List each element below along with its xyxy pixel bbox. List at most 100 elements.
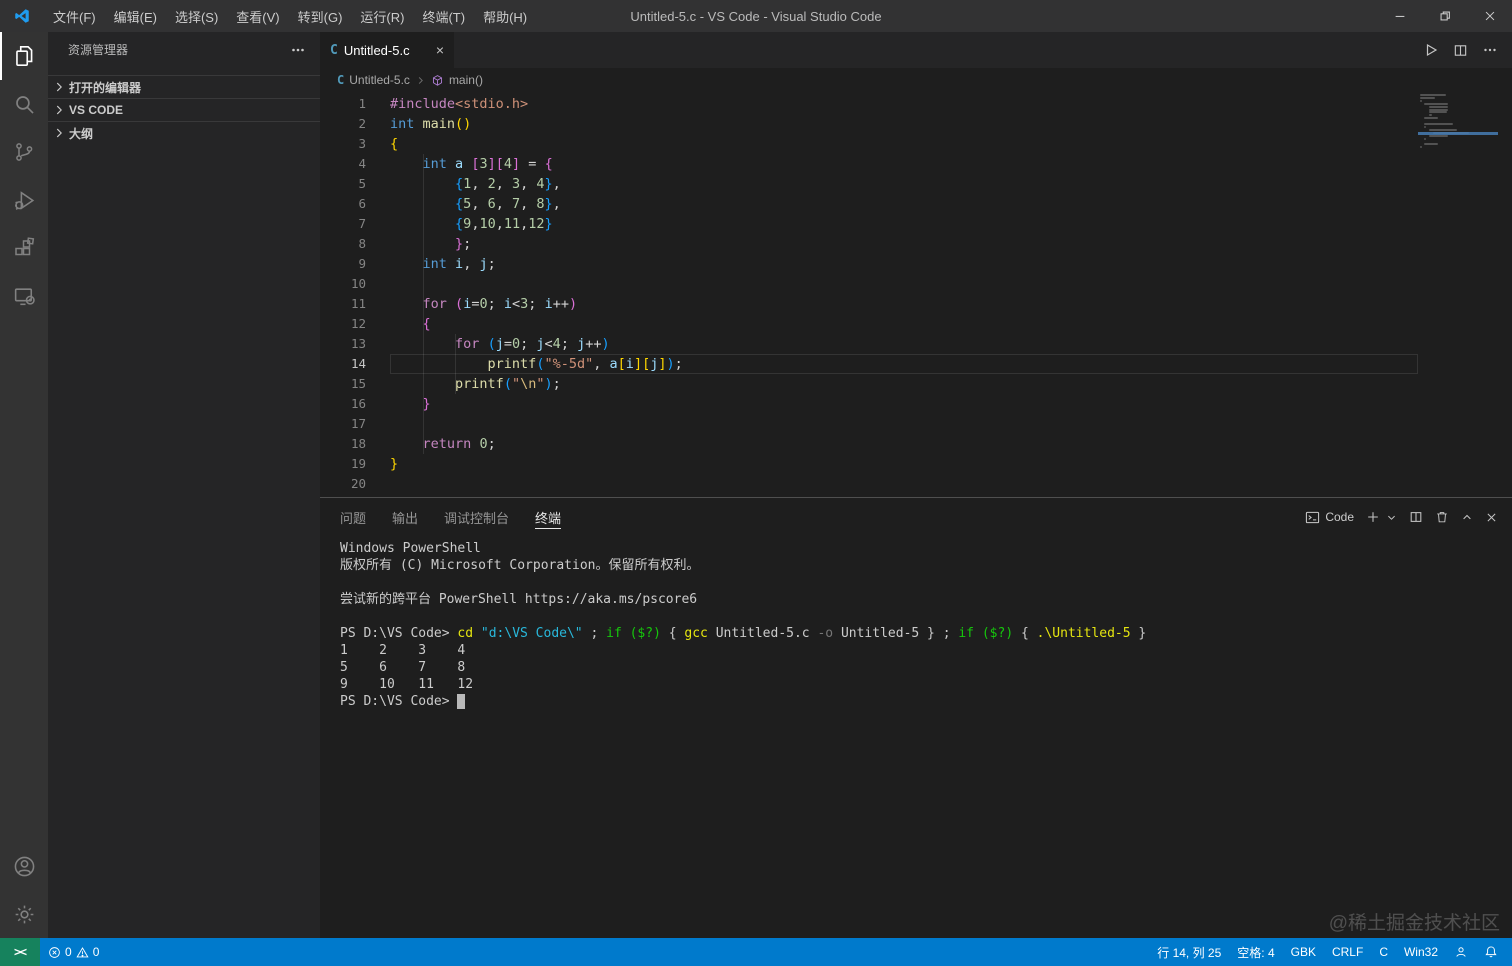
shell-picker[interactable]: Code: [1305, 510, 1354, 525]
line-content: };: [455, 236, 472, 252]
line-content: [390, 474, 1418, 494]
more-editor-actions-icon[interactable]: [1482, 42, 1498, 58]
line-number: 20: [350, 476, 366, 491]
code-line[interactable]: 12 {: [320, 314, 1418, 334]
remote-indicator[interactable]: ><: [0, 938, 40, 966]
status-indentation[interactable]: 空格: 4: [1229, 938, 1282, 966]
panel-tab-输出[interactable]: 输出: [392, 498, 418, 536]
menu-item[interactable]: 终端(T): [413, 0, 474, 32]
menu-item[interactable]: 运行(R): [351, 0, 413, 32]
activity-search[interactable]: [0, 80, 48, 128]
status-cursor-position[interactable]: 行 14, 列 25: [1149, 938, 1229, 966]
chevron-right-icon: [52, 126, 66, 140]
panel-tab-问题[interactable]: 问题: [340, 498, 366, 536]
code-line[interactable]: 4 int a [3][4] = {: [320, 154, 1418, 174]
breadcrumb-file[interactable]: Untitled-5.c: [349, 73, 410, 87]
code-line[interactable]: 5 {1, 2, 3, 4},: [320, 174, 1418, 194]
breadcrumb-symbol[interactable]: main(): [449, 73, 483, 87]
activity-account[interactable]: [0, 842, 48, 890]
line-number: 3: [358, 136, 366, 151]
menu-item[interactable]: 编辑(E): [105, 0, 166, 32]
menu-item[interactable]: 帮助(H): [474, 0, 536, 32]
error-count: 0: [65, 945, 72, 959]
panel-tab-调试控制台[interactable]: 调试控制台: [444, 498, 509, 536]
code-line[interactable]: 9 int i, j;: [320, 254, 1418, 274]
activity-remote-explorer[interactable]: [0, 272, 48, 320]
maximize-panel-icon[interactable]: [1461, 511, 1473, 523]
notifications-bell-icon[interactable]: [1476, 938, 1506, 966]
minimap-line: [1424, 117, 1438, 120]
code-editor[interactable]: 1 #include<stdio.h> 2 int main() 3{4 int a […: [320, 92, 1512, 497]
minimap[interactable]: [1418, 94, 1498, 158]
minimap-current-line: [1418, 131, 1498, 135]
account-icon: [12, 854, 37, 879]
code-line[interactable]: 20: [320, 474, 1418, 494]
activity-source-control[interactable]: [0, 128, 48, 176]
sidebar-section-2[interactable]: VS CODE: [48, 98, 320, 121]
panel-actions: Code: [1305, 510, 1498, 525]
status-encoding[interactable]: GBK: [1283, 938, 1324, 966]
activity-settings[interactable]: [0, 890, 48, 938]
code-line[interactable]: 10: [320, 274, 1418, 294]
code-line[interactable]: 8 };: [320, 234, 1418, 254]
line-content: int main(): [390, 116, 472, 132]
code-line[interactable]: 6 {5, 6, 7, 8},: [320, 194, 1418, 214]
code-line[interactable]: 15 printf("\n");: [320, 374, 1418, 394]
more-actions-icon[interactable]: [290, 42, 306, 58]
menu-item[interactable]: 选择(S): [166, 0, 227, 32]
menu-bar: 文件(F) 编辑(E) 选择(S) 查看(V) 转到(G) 运行(R) 终端(T) 帮助(H): [44, 0, 536, 32]
activity-extensions[interactable]: [0, 224, 48, 272]
kill-terminal-icon[interactable]: [1435, 510, 1449, 524]
terminal-output[interactable]: Windows PowerShell 版权所有 (C) Microsoft Cor…: [320, 536, 1512, 938]
code-line[interactable]: 2 int main(): [320, 114, 1418, 134]
line-number: 5: [358, 176, 366, 191]
code-line[interactable]: 7 {9,10,11,12}: [320, 214, 1418, 234]
feedback-icon[interactable]: [1446, 938, 1476, 966]
menu-item[interactable]: 查看(V): [227, 0, 288, 32]
sidebar-sections: 打开的编辑器 VS CODE 大纲: [48, 75, 320, 144]
code-line[interactable]: 1 #include<stdio.h>: [320, 94, 1418, 114]
status-language-mode[interactable]: C: [1371, 938, 1396, 966]
code-line[interactable]: 13 for (j=0; j<4; j++): [320, 334, 1418, 354]
menu-item[interactable]: 转到(G): [289, 0, 352, 32]
status-eol[interactable]: CRLF: [1324, 938, 1371, 966]
problems-status[interactable]: 0 0: [40, 938, 107, 966]
code-line[interactable]: 19}: [320, 454, 1418, 474]
code-line[interactable]: 14 printf("%-5d", a[i][j]);: [320, 354, 1418, 374]
code-line[interactable]: 17: [320, 414, 1418, 434]
activity-explorer[interactable]: [0, 32, 48, 80]
terminal-icon: [1306, 511, 1320, 523]
code-line[interactable]: 3{: [320, 134, 1418, 154]
minimap-line: [1420, 96, 1435, 99]
section-label: 大纲: [69, 126, 94, 141]
terminal-line: 9 10 11 12: [340, 677, 474, 692]
restore-icon[interactable]: [1422, 0, 1467, 32]
sidebar-section-3[interactable]: 大纲: [48, 121, 320, 144]
split-editor-icon[interactable]: [1453, 43, 1468, 58]
breadcrumb: C Untitled-5.c main(): [320, 68, 1512, 92]
minimap-line: [1428, 114, 1432, 117]
activity-run-debug[interactable]: [0, 176, 48, 224]
line-content: for (j=0; j<4; j++): [455, 336, 610, 352]
minimap-line: [1428, 128, 1458, 131]
line-content: [390, 414, 1418, 434]
new-terminal-icon[interactable]: [1366, 510, 1380, 524]
split-terminal-icon[interactable]: [1409, 510, 1423, 524]
window-controls: [1377, 0, 1512, 32]
shell-label: Code: [1325, 510, 1354, 524]
panel-tab-终端[interactable]: 终端: [535, 498, 562, 536]
minimize-icon[interactable]: [1377, 0, 1422, 32]
code-line[interactable]: 18 return 0;: [320, 434, 1418, 454]
close-tab-icon[interactable]: ×: [436, 43, 444, 57]
close-panel-icon[interactable]: [1485, 511, 1498, 524]
tab-untitled-5c[interactable]: C Untitled-5.c ×: [320, 32, 454, 68]
run-button[interactable]: [1423, 42, 1439, 58]
menu-item[interactable]: 文件(F): [44, 0, 105, 32]
code-line[interactable]: 16 }: [320, 394, 1418, 414]
close-window-icon[interactable]: [1467, 0, 1512, 32]
code-line[interactable]: 11 for (i=0; i<3; i++): [320, 294, 1418, 314]
chevron-down-icon[interactable]: [1386, 512, 1397, 523]
sidebar-section-1[interactable]: 打开的编辑器: [48, 75, 320, 98]
status-platform[interactable]: Win32: [1396, 938, 1446, 966]
